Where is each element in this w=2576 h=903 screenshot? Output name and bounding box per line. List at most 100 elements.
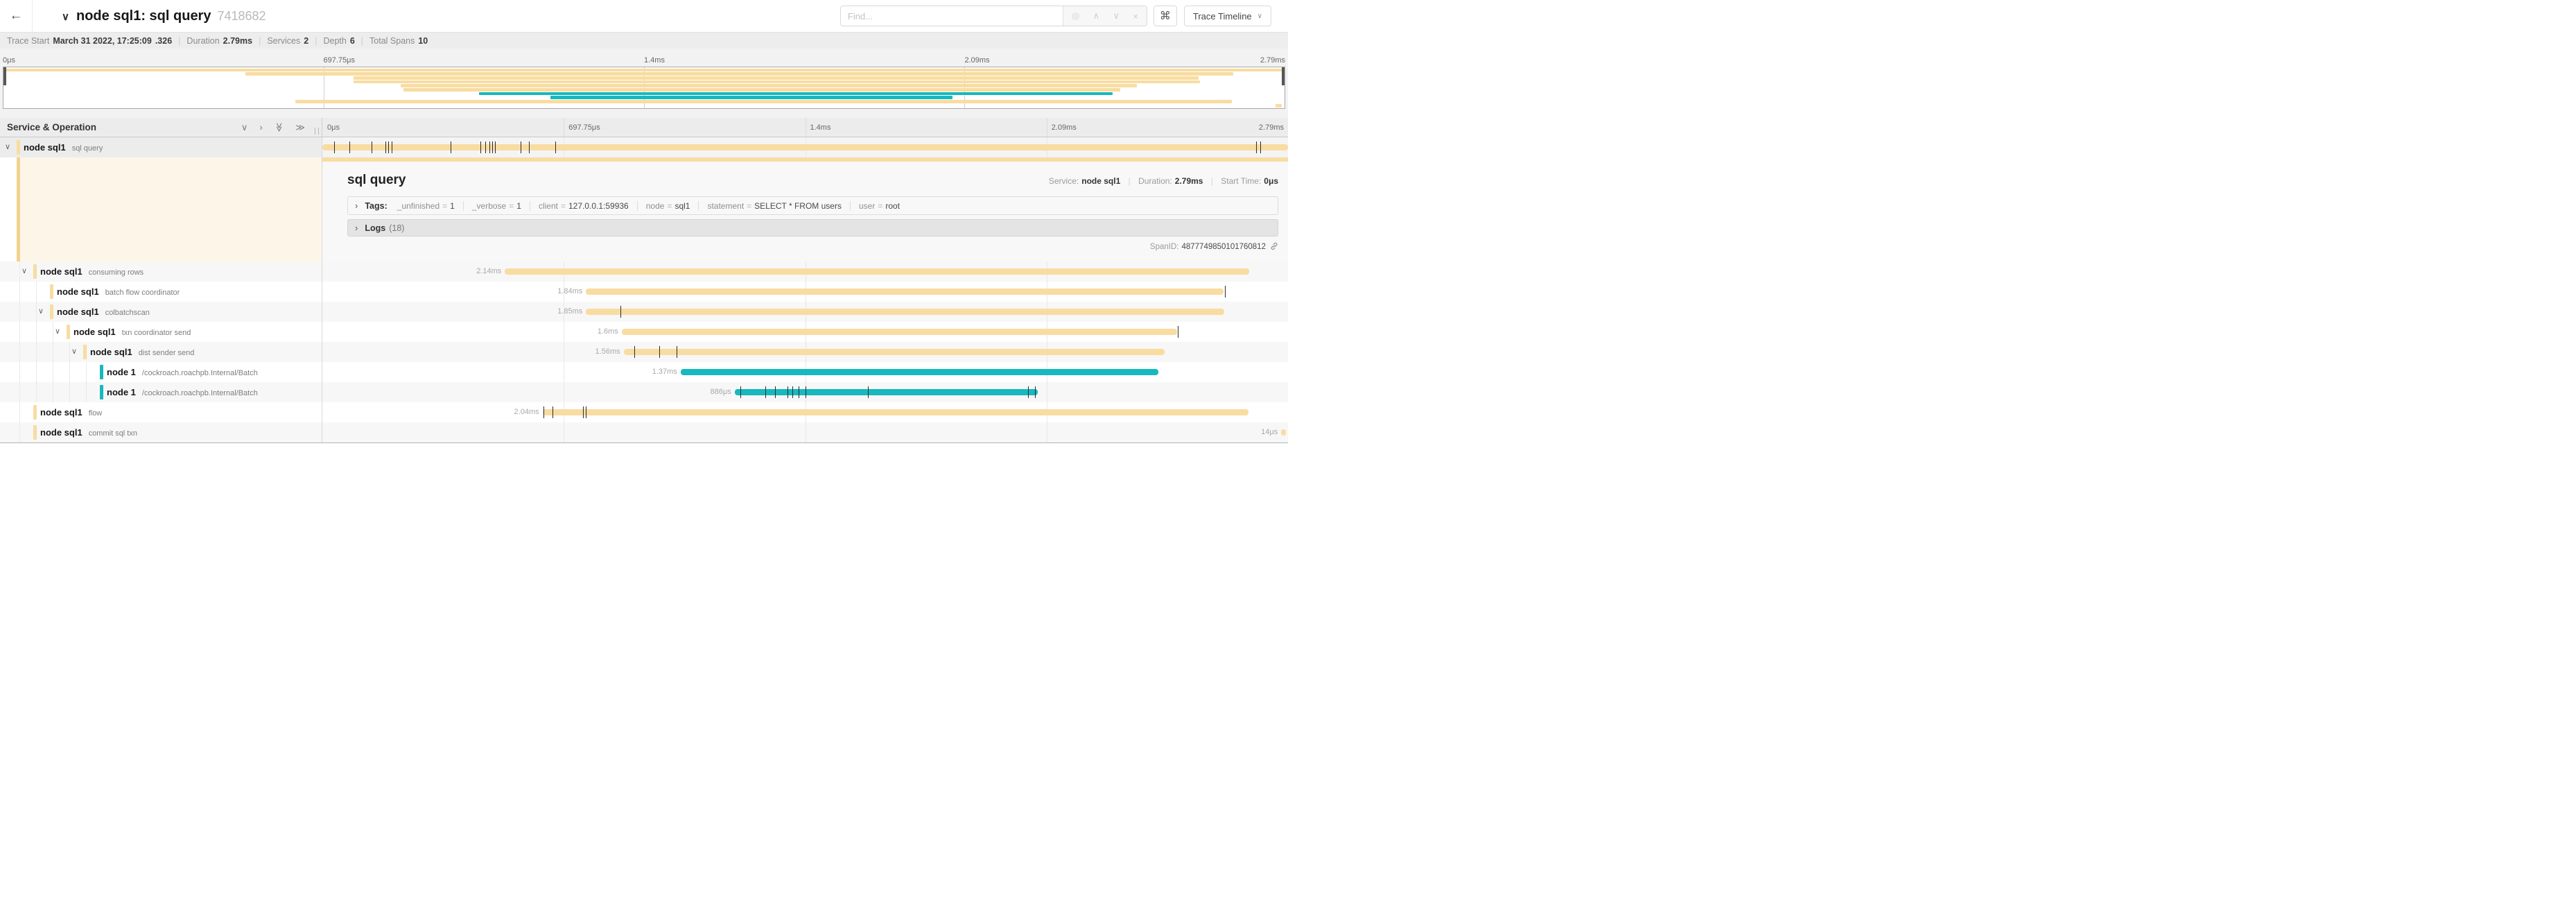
span-duration-bar[interactable]: [1281, 429, 1286, 436]
tags-accordion[interactable]: › Tags: _unfinished=1_verbose=1client=12…: [347, 196, 1278, 215]
log-marker[interactable]: [495, 141, 496, 153]
span-name-cell[interactable]: ∨node sql1colbatchscan: [0, 302, 322, 322]
back-button[interactable]: ←: [0, 0, 33, 32]
span-row[interactable]: ∨node sql1consuming rows2.14ms: [0, 261, 1288, 282]
span-timeline-cell[interactable]: 1.85ms: [322, 302, 1288, 322]
span-row[interactable]: node sql1flow2.04ms: [0, 402, 1288, 422]
span-name-cell[interactable]: node sql1batch flow coordinator: [0, 282, 322, 302]
row-collapse-icon[interactable]: ∨: [71, 342, 77, 362]
span-row[interactable]: ∨node sql1txn coordinator send1.6ms: [0, 322, 1288, 342]
span-name-cell[interactable]: ∨node sql1dist sender send: [0, 342, 322, 362]
log-marker[interactable]: [634, 346, 635, 358]
span-name-cell[interactable]: node 1/cockroach.roachpb.Internal/Batch: [0, 362, 322, 382]
span-name-cell[interactable]: node sql1flow: [0, 402, 322, 422]
viewport-right-handle[interactable]: [1282, 67, 1285, 85]
span-row[interactable]: node 1/cockroach.roachpb.Internal/Batch1…: [0, 362, 1288, 382]
log-marker[interactable]: [1225, 286, 1226, 298]
span-duration-bar[interactable]: [622, 329, 1177, 335]
log-marker[interactable]: [659, 346, 660, 358]
tags-label: Tags:: [365, 201, 387, 211]
logs-accordion[interactable]: › Logs (18): [347, 219, 1278, 237]
collapse-one-icon[interactable]: ∨: [241, 123, 248, 132]
log-marker[interactable]: [529, 141, 530, 153]
span-duration-bar[interactable]: [586, 289, 1223, 295]
row-collapse-icon[interactable]: ∨: [5, 137, 10, 157]
log-marker[interactable]: [1035, 386, 1036, 398]
span-row[interactable]: node sql1commit sql txn14μs: [0, 422, 1288, 442]
next-result-icon[interactable]: ∨: [1113, 10, 1120, 22]
span-timeline-cell[interactable]: 1.56ms: [322, 342, 1288, 362]
log-marker[interactable]: [1260, 141, 1261, 153]
tags-list: _unfinished=1_verbose=1client=127.0.0.1:…: [397, 201, 900, 211]
span-duration-bar[interactable]: [624, 349, 1165, 355]
keyboard-shortcuts-button[interactable]: ⌘: [1154, 6, 1177, 26]
span-timeline-cell[interactable]: 886μs: [322, 382, 1288, 402]
span-row[interactable]: ∨node sql1colbatchscan1.85ms: [0, 302, 1288, 322]
log-marker[interactable]: [349, 141, 350, 153]
log-marker[interactable]: [334, 141, 335, 153]
expand-one-icon[interactable]: ›: [259, 123, 262, 132]
log-marker[interactable]: [489, 141, 490, 153]
span-duration-bar[interactable]: [586, 309, 1224, 315]
span-name-cell[interactable]: node sql1commit sql txn: [0, 422, 322, 442]
trace-collapse-icon[interactable]: ∨: [62, 10, 69, 23]
log-marker[interactable]: [485, 141, 486, 153]
span-row[interactable]: ∨node sql1dist sender send1.56ms: [0, 342, 1288, 362]
view-selector-button[interactable]: Trace Timeline ∨: [1184, 6, 1271, 26]
row-collapse-icon[interactable]: ∨: [55, 322, 60, 342]
column-resizer-handle[interactable]: [315, 128, 319, 135]
span-name-cell[interactable]: ∨node sql1consuming rows: [0, 261, 322, 282]
log-marker[interactable]: [1256, 141, 1257, 153]
logs-label: Logs: [365, 223, 385, 233]
span-timeline-cell[interactable]: 1.6ms: [322, 322, 1288, 342]
log-marker[interactable]: [583, 406, 584, 418]
span-timeline-cell[interactable]: 1.84ms: [322, 282, 1288, 302]
row-collapse-icon[interactable]: ∨: [38, 302, 44, 322]
span-name-cell[interactable]: node 1/cockroach.roachpb.Internal/Batch: [0, 382, 322, 402]
span-timeline-cell[interactable]: 2.04ms: [322, 402, 1288, 422]
log-marker[interactable]: [1028, 386, 1029, 398]
log-marker[interactable]: [765, 386, 766, 398]
span-name-cell[interactable]: ∨node sql1txn coordinator send: [0, 322, 322, 342]
span-timeline-cell[interactable]: 2.14ms: [322, 261, 1288, 282]
span-duration-bar[interactable]: [543, 409, 1248, 415]
log-marker[interactable]: [775, 386, 776, 398]
log-marker[interactable]: [480, 141, 481, 153]
log-marker[interactable]: [543, 406, 544, 418]
log-marker[interactable]: [620, 306, 621, 318]
log-marker[interactable]: [552, 406, 553, 418]
span-timeline-cell[interactable]: [322, 137, 1288, 157]
log-marker[interactable]: [555, 141, 556, 153]
expand-all-icon[interactable]: ≫: [295, 123, 305, 132]
row-collapse-icon[interactable]: ∨: [21, 261, 27, 282]
indent-guide: [36, 322, 37, 342]
match-scope-icon[interactable]: ◎: [1072, 10, 1079, 22]
log-marker[interactable]: [385, 141, 386, 153]
log-marker[interactable]: [792, 386, 793, 398]
prev-result-icon[interactable]: ∧: [1093, 10, 1100, 22]
log-marker[interactable]: [868, 386, 869, 398]
span-duration-bar[interactable]: [735, 389, 1038, 395]
span-duration-bar[interactable]: [681, 369, 1159, 375]
log-marker[interactable]: [492, 141, 493, 153]
span-timeline-cell[interactable]: 14μs: [322, 422, 1288, 442]
span-duration-bar[interactable]: [505, 268, 1249, 275]
duration-label: Duration: [186, 36, 219, 46]
span-row[interactable]: node 1/cockroach.roachpb.Internal/Batch8…: [0, 382, 1288, 402]
span-name-cell[interactable]: ∨node sql1sql query: [0, 137, 322, 157]
indent-guide: [69, 342, 70, 362]
find-input[interactable]: [841, 6, 1063, 26]
span-row[interactable]: node sql1batch flow coordinator1.84ms: [0, 282, 1288, 302]
span-duration-bar[interactable]: [322, 144, 1288, 150]
collapse-all-icon[interactable]: ≫: [275, 123, 284, 132]
span-timeline-cell[interactable]: 1.37ms: [322, 362, 1288, 382]
log-marker[interactable]: [787, 386, 788, 398]
log-marker[interactable]: [740, 386, 741, 398]
log-marker[interactable]: [388, 141, 389, 153]
clear-search-icon[interactable]: ×: [1133, 11, 1138, 22]
span-row[interactable]: ∨node sql1sql query: [0, 137, 1288, 157]
minimap-canvas[interactable]: [3, 67, 1285, 109]
overview-tick-labels: 0μs697.75μs1.4ms2.09ms2.79ms: [3, 49, 1285, 67]
viewport-left-handle[interactable]: [3, 67, 6, 85]
link-icon[interactable]: [1270, 242, 1278, 250]
